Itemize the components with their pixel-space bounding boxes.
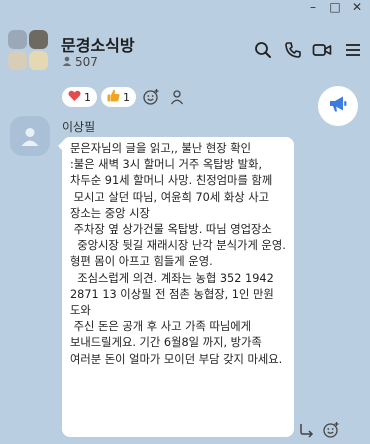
chat-header: 문경소식방 507 bbox=[0, 20, 370, 78]
avatar bbox=[8, 30, 27, 49]
search-icon[interactable] bbox=[253, 40, 273, 60]
window-titlebar: – □ ✕ bbox=[0, 0, 370, 20]
thumbs-up-icon bbox=[107, 89, 120, 105]
reaction-count: 1 bbox=[84, 90, 91, 104]
avatar bbox=[29, 51, 48, 70]
avatar bbox=[29, 30, 48, 49]
add-reaction-icon[interactable] bbox=[322, 421, 340, 443]
avatar bbox=[8, 51, 27, 70]
group-avatar[interactable] bbox=[8, 30, 48, 70]
maximize-button[interactable]: □ bbox=[326, 0, 344, 14]
reply-icon[interactable] bbox=[298, 421, 316, 443]
message-bubble[interactable]: 문은자님의 글을 읽고,, 불난 현장 확인 :불은 새벽 3시 할머니 거주 … bbox=[62, 137, 294, 437]
avatar[interactable] bbox=[10, 116, 50, 156]
person-icon bbox=[62, 56, 72, 69]
member-count-value: 507 bbox=[75, 55, 98, 69]
profile-icon[interactable] bbox=[166, 86, 188, 108]
sender-name: 이상필 bbox=[62, 120, 96, 134]
phone-icon[interactable] bbox=[283, 40, 303, 60]
megaphone-icon bbox=[328, 95, 348, 117]
minimize-button[interactable]: – bbox=[304, 0, 322, 14]
heart-icon bbox=[68, 90, 81, 105]
message-actions bbox=[298, 421, 340, 443]
room-title: 문경소식방 bbox=[61, 36, 135, 55]
video-call-icon[interactable] bbox=[312, 40, 332, 60]
menu-icon[interactable] bbox=[343, 40, 363, 60]
reaction-thumbs-up[interactable]: 1 bbox=[101, 87, 136, 107]
reaction-bar: 1 1 bbox=[62, 86, 188, 108]
add-reaction-icon[interactable] bbox=[140, 86, 162, 108]
reaction-count: 1 bbox=[123, 90, 130, 104]
notice-button[interactable] bbox=[318, 86, 358, 126]
reaction-heart[interactable]: 1 bbox=[62, 87, 97, 107]
member-count: 507 bbox=[62, 55, 98, 69]
close-button[interactable]: ✕ bbox=[348, 0, 366, 14]
